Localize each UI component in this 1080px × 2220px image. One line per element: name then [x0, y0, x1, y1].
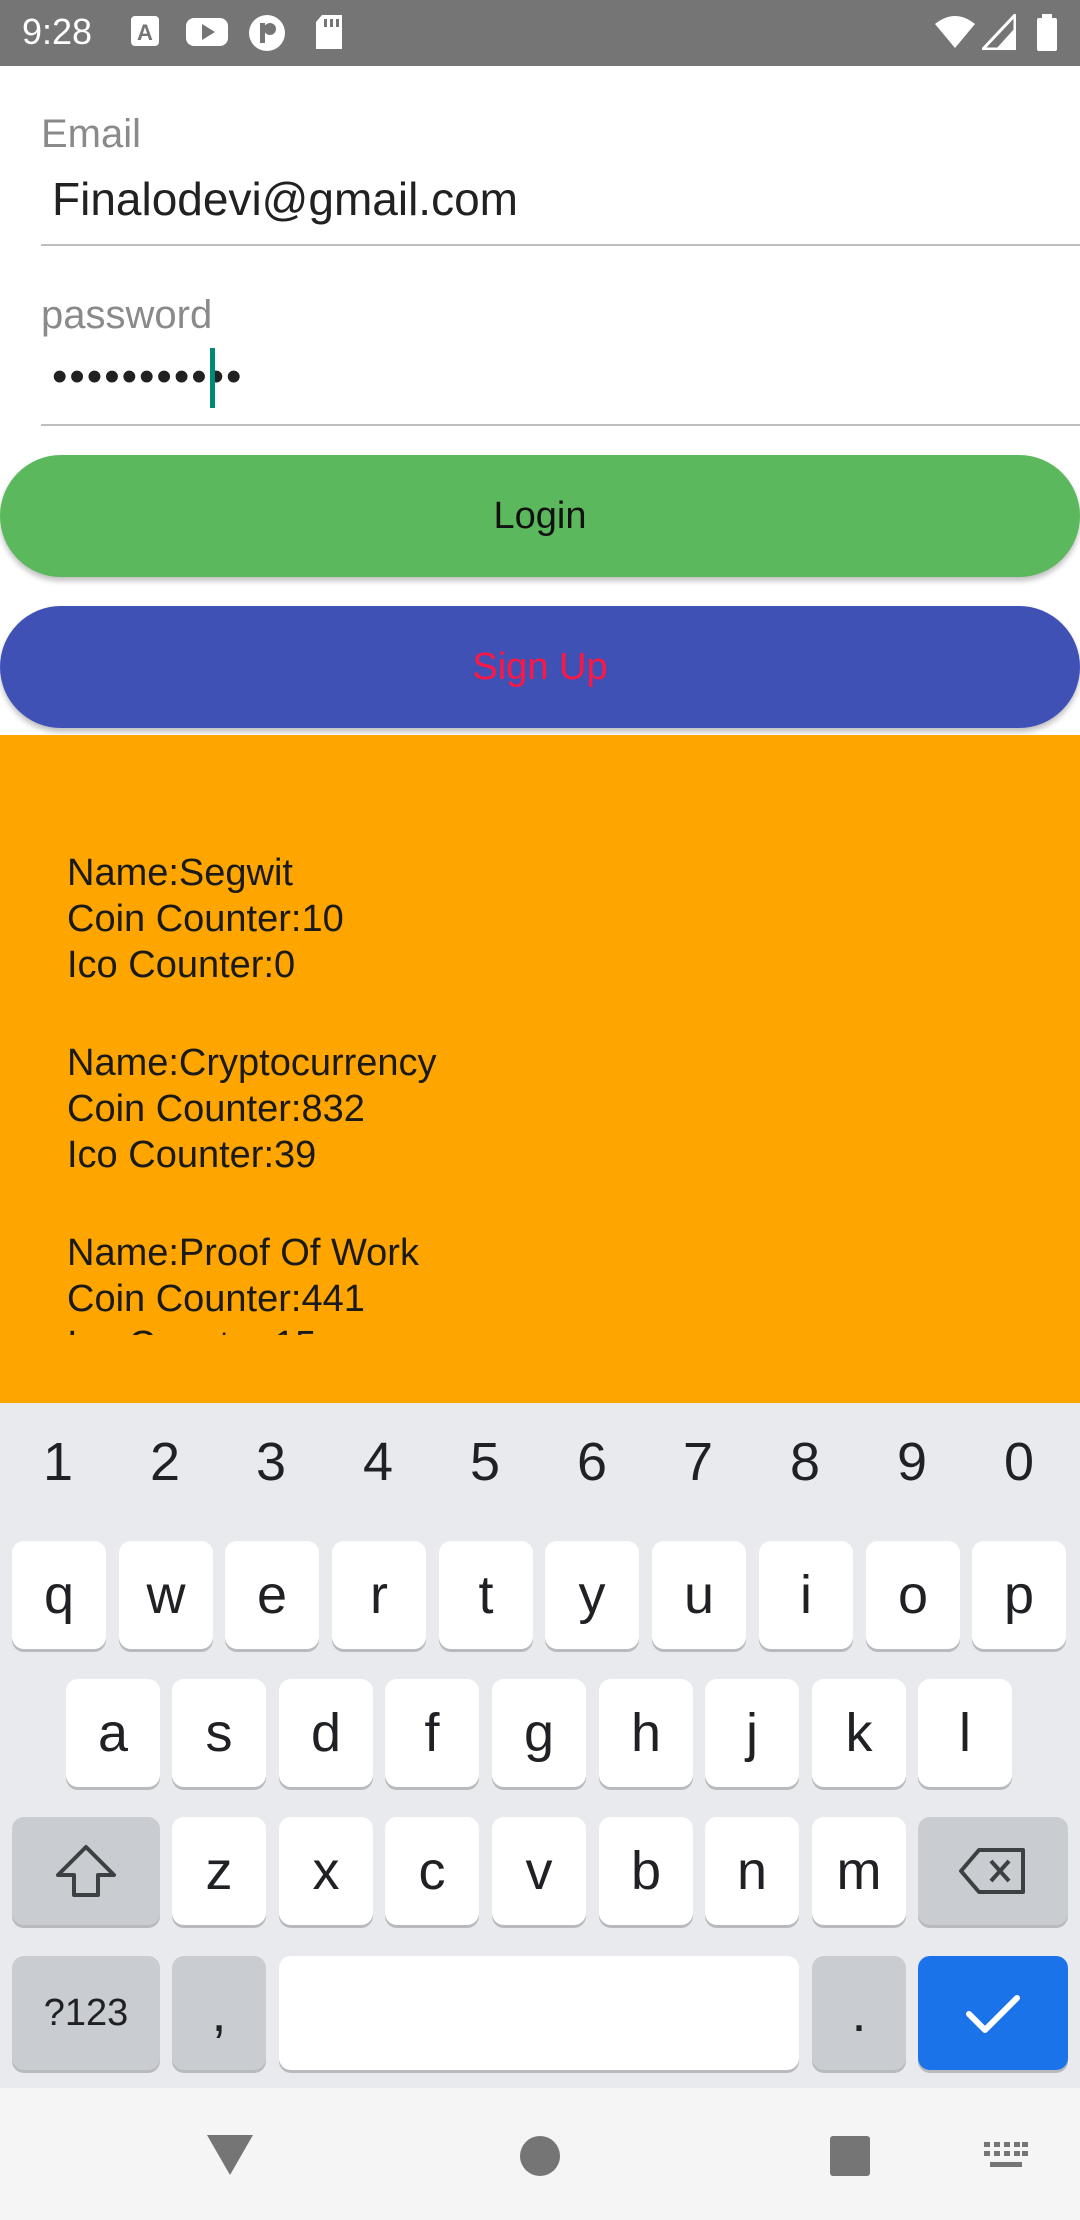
password-underline: [41, 424, 1080, 426]
number-row: 1 2 3 4 5 6 7 8 9 0: [0, 1403, 1080, 1533]
key-r[interactable]: r: [332, 1541, 426, 1649]
ico-counter: Ico Counter:0: [67, 944, 296, 986]
coin-counter: Coin Counter:441: [67, 1278, 365, 1320]
key-v[interactable]: v: [492, 1817, 586, 1925]
key-k[interactable]: k: [812, 1679, 906, 1787]
symbols-key[interactable]: ?123: [12, 1956, 160, 2070]
key-7[interactable]: 7: [658, 1431, 738, 1493]
key-z[interactable]: z: [172, 1817, 266, 1925]
back-icon[interactable]: [205, 2131, 255, 2177]
key-b[interactable]: b: [599, 1817, 693, 1925]
list-item: Name:Cryptocurrency Coin Counter:832 Ico…: [67, 1040, 437, 1178]
password-label: password: [41, 293, 213, 337]
key-4[interactable]: 4: [338, 1431, 418, 1493]
coin-list-panel[interactable]: Name:Segwit Coin Counter:10 Ico Counter:…: [0, 735, 1080, 1403]
period-key[interactable]: .: [812, 1956, 906, 2070]
list-clip: [0, 1335, 1080, 1403]
recents-icon[interactable]: [828, 2134, 872, 2178]
key-j[interactable]: j: [705, 1679, 799, 1787]
comma-key[interactable]: ,: [172, 1956, 266, 2070]
key-e[interactable]: e: [225, 1541, 319, 1649]
svg-text:A: A: [137, 20, 153, 45]
list-item: Name:Segwit Coin Counter:10 Ico Counter:…: [67, 850, 437, 988]
key-o[interactable]: o: [866, 1541, 960, 1649]
login-button[interactable]: Login: [0, 455, 1080, 577]
shift-icon: [56, 1845, 116, 1897]
youtube-icon: [185, 14, 229, 53]
shift-key[interactable]: [12, 1817, 160, 1925]
key-t[interactable]: t: [439, 1541, 533, 1649]
key-3[interactable]: 3: [231, 1431, 311, 1493]
key-5[interactable]: 5: [445, 1431, 525, 1493]
app-p-icon: [248, 14, 286, 57]
coin-list: Name:Segwit Coin Counter:10 Ico Counter:…: [67, 850, 437, 1403]
key-h[interactable]: h: [599, 1679, 693, 1787]
key-c[interactable]: c: [385, 1817, 479, 1925]
key-1[interactable]: 1: [18, 1431, 98, 1493]
enter-key[interactable]: [918, 1956, 1068, 2070]
key-0[interactable]: 0: [979, 1431, 1059, 1493]
key-p[interactable]: p: [972, 1541, 1066, 1649]
key-9[interactable]: 9: [872, 1431, 952, 1493]
navigation-bar: [0, 2088, 1080, 2220]
key-y[interactable]: y: [545, 1541, 639, 1649]
text-cursor: [210, 348, 215, 408]
key-s[interactable]: s: [172, 1679, 266, 1787]
coin-name: Name:Proof Of Work: [67, 1232, 419, 1274]
wifi-icon: [934, 14, 976, 55]
status-bar: 9:28 A: [0, 0, 1080, 66]
key-l[interactable]: l: [918, 1679, 1012, 1787]
email-label: Email: [41, 112, 142, 156]
key-i[interactable]: i: [759, 1541, 853, 1649]
checkmark-icon: [966, 1995, 1020, 2033]
key-d[interactable]: d: [279, 1679, 373, 1787]
key-n[interactable]: n: [705, 1817, 799, 1925]
ico-counter: Ico Counter:39: [67, 1134, 317, 1176]
key-8[interactable]: 8: [765, 1431, 845, 1493]
keyboard-switch-icon[interactable]: [982, 2140, 1030, 2172]
key-f[interactable]: f: [385, 1679, 479, 1787]
key-2[interactable]: 2: [125, 1431, 205, 1493]
key-w[interactable]: w: [119, 1541, 213, 1649]
key-g[interactable]: g: [492, 1679, 586, 1787]
coin-name: Name:Segwit: [67, 852, 293, 894]
battery-icon: [1036, 14, 1058, 57]
coin-counter: Coin Counter:10: [67, 898, 344, 940]
keyboard-a-icon: A: [130, 14, 160, 53]
coin-counter: Coin Counter:832: [67, 1088, 365, 1130]
email-field[interactable]: Finalodevi@gmail.com: [52, 172, 518, 226]
backspace-key[interactable]: [918, 1817, 1068, 1925]
key-x[interactable]: x: [279, 1817, 373, 1925]
sd-card-icon: [314, 14, 344, 55]
coin-name: Name:Cryptocurrency: [67, 1042, 437, 1084]
key-m[interactable]: m: [812, 1817, 906, 1925]
spacebar[interactable]: [279, 1956, 799, 2070]
key-q[interactable]: q: [12, 1541, 106, 1649]
home-icon[interactable]: [518, 2134, 562, 2178]
email-underline: [41, 244, 1080, 246]
key-a[interactable]: a: [66, 1679, 160, 1787]
key-u[interactable]: u: [652, 1541, 746, 1649]
soft-keyboard: 1 2 3 4 5 6 7 8 9 0 q w e r t y u i o p …: [0, 1403, 1080, 2088]
backspace-icon: [959, 1848, 1025, 1894]
key-6[interactable]: 6: [552, 1431, 632, 1493]
signup-button[interactable]: Sign Up: [0, 606, 1080, 728]
status-time: 9:28: [22, 11, 93, 52]
signal-icon: [979, 11, 1017, 55]
